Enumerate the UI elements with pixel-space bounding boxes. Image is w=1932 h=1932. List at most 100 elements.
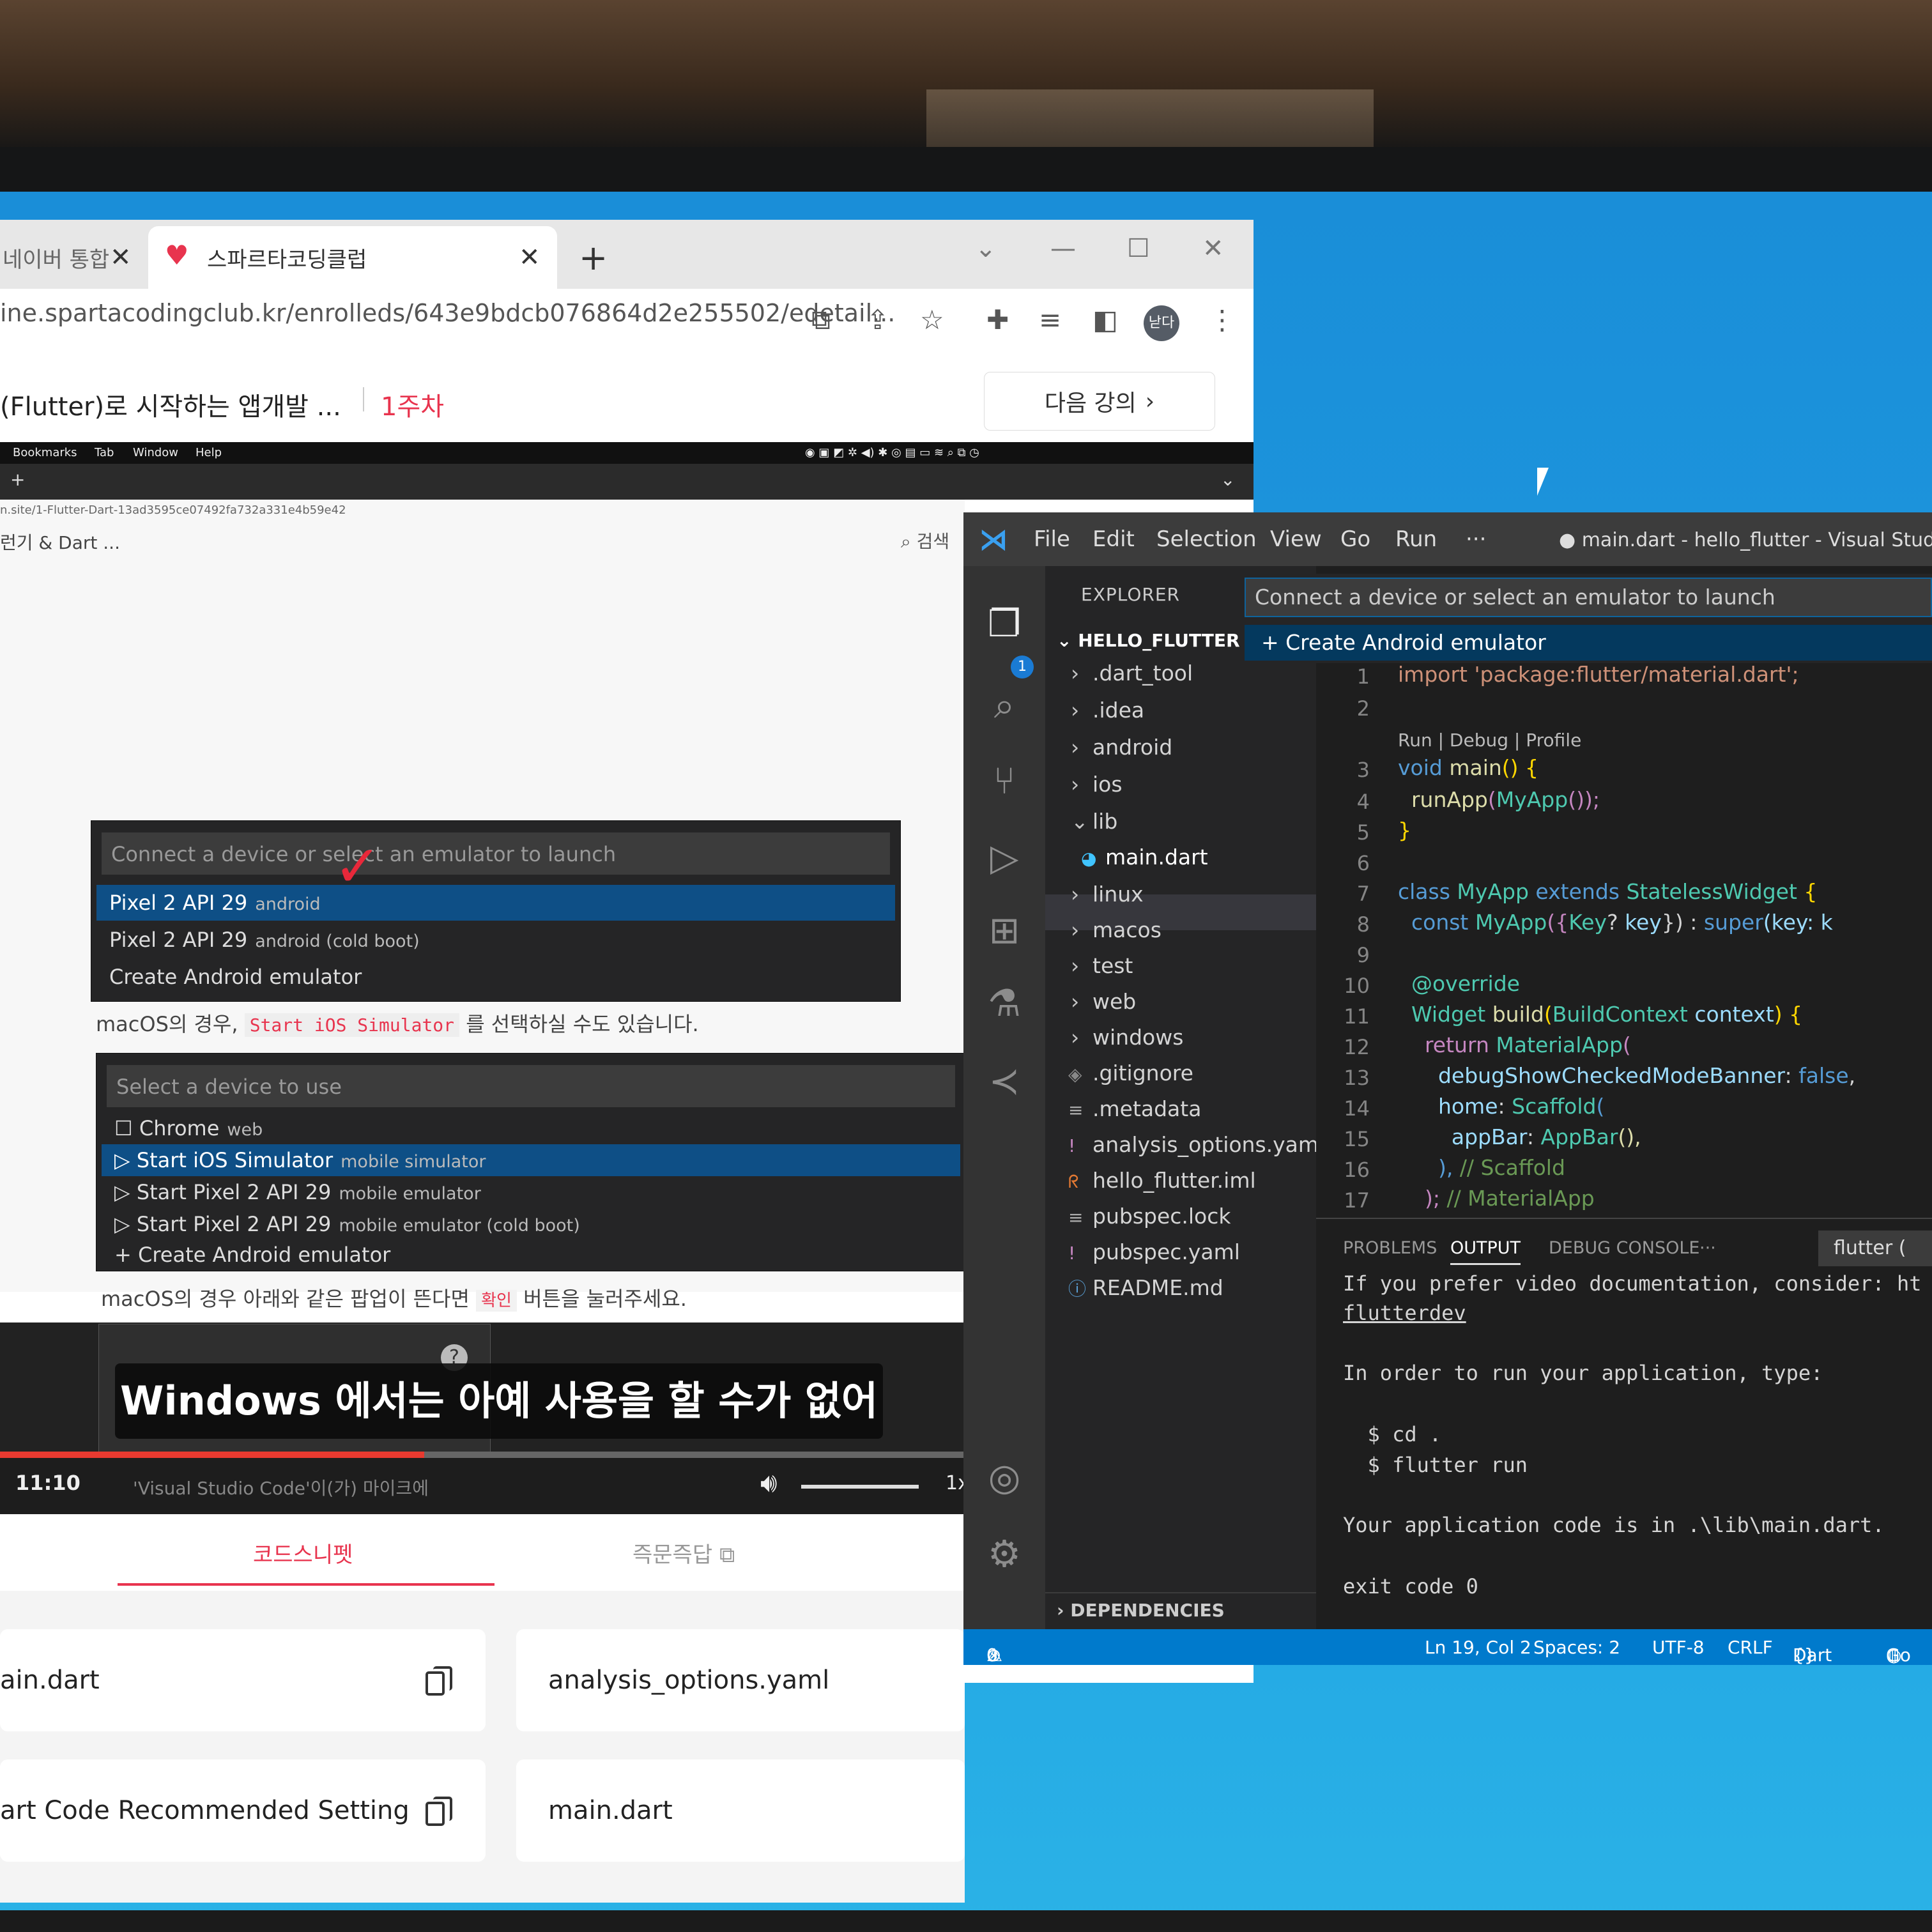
share-icon[interactable]: ⇪ <box>866 304 889 335</box>
extensions-icon[interactable]: ⊞ <box>981 907 1027 953</box>
tree-item-metadata[interactable]: ≡ .metadata <box>1068 1096 1201 1121</box>
panel-more-icon[interactable]: ··· <box>1699 1238 1716 1258</box>
tree-item-dart-tool[interactable]: › .dart_tool <box>1071 661 1193 686</box>
extensions-icon[interactable]: ✚ <box>986 304 1009 335</box>
chevron-right-icon: › <box>1057 1600 1071 1621</box>
item-name: Start iOS Simulator <box>136 1148 334 1172</box>
vscode-titlebar: ⋊ File Edit Selection View Go Run ··· ● … <box>963 512 1932 566</box>
tree-item-pubspec-lock[interactable]: ≡ pubspec.lock <box>1068 1204 1231 1229</box>
account-icon[interactable]: ◎ <box>981 1454 1027 1500</box>
menu-edit[interactable]: Edit <box>1092 526 1135 552</box>
copy-icon[interactable] <box>425 1666 452 1696</box>
output-channel-select[interactable]: flutter ( <box>1818 1230 1932 1266</box>
run-debug-icon[interactable]: ▷ <box>981 834 1027 880</box>
new-tab-button[interactable]: + <box>579 238 608 278</box>
item-name: Start Pixel 2 API 29 <box>136 1180 332 1204</box>
search-icon[interactable]: ⌕ <box>981 682 1027 728</box>
line-number: 1 <box>1356 664 1370 689</box>
menu-selection[interactable]: Selection <box>1156 526 1257 552</box>
output-line: exit code 0 <box>1343 1574 1478 1598</box>
tree-item-analysis-options[interactable]: ! analysis_options.yaml <box>1068 1132 1324 1157</box>
output-line: If you prefer video documentation, consi… <box>1343 1271 1922 1296</box>
explorer-files-icon[interactable]: ❐ <box>981 601 1027 647</box>
address-bar[interactable]: ine.spartacodingclub.kr/enrolleds/643e9b… <box>0 299 895 327</box>
menu-file[interactable]: File <box>1034 526 1070 552</box>
copy-icon[interactable] <box>425 1797 452 1826</box>
menu-more[interactable]: ··· <box>1466 526 1486 552</box>
snippet-card[interactable]: ain.dart <box>0 1629 486 1731</box>
panel-tab-debug-console[interactable]: DEBUG CONSOLE <box>1549 1238 1699 1258</box>
tab-spartacoding[interactable]: ♥ 스파르타코딩클럽 ✕ <box>148 226 557 289</box>
project-header[interactable]: ⌄ HELLO_FLUTTER <box>1057 630 1240 651</box>
panel-tab-problems[interactable]: PROBLEMS <box>1343 1238 1437 1258</box>
quickpick-item-create-emulator[interactable]: + Create Android emulator <box>1245 625 1932 661</box>
tree-item-pubspec-yaml[interactable]: ! pubspec.yaml <box>1068 1239 1240 1264</box>
item-sub: mobile emulator <box>339 1184 481 1204</box>
tree-item-readme[interactable]: ⓘ README.md <box>1068 1275 1223 1301</box>
video-controls: 11:10 'Visual Studio Code'이(가) 마이크에 🔊︎ 1… <box>0 1458 969 1514</box>
indentation[interactable]: Spaces: 2 <box>1533 1637 1620 1658</box>
tree-item-ios[interactable]: › ios <box>1071 772 1123 797</box>
source-control-icon[interactable]: ⑂ <box>981 758 1027 804</box>
tree-item-idea[interactable]: › .idea <box>1071 698 1144 723</box>
flutter-icon[interactable]: ≺ <box>981 1058 1027 1104</box>
close-icon[interactable]: ✕ <box>519 243 540 272</box>
tree-item-gitignore[interactable]: ◈ .gitignore <box>1068 1061 1193 1085</box>
code-line: const MyApp({Key? key}) : super(key: k <box>1398 910 1833 935</box>
chevron-right-icon: › <box>1071 882 1080 907</box>
close-icon[interactable]: ✕ <box>110 243 132 272</box>
token: (), <box>1618 1124 1641 1149</box>
token: build <box>1492 1002 1544 1027</box>
maximize-icon[interactable]: ☐ <box>1127 234 1150 263</box>
bookmark-star-icon[interactable]: ☆ <box>920 304 944 335</box>
tree-item-test[interactable]: › test <box>1071 953 1133 978</box>
tree-item-linux[interactable]: › linux <box>1071 882 1144 907</box>
close-window-icon[interactable]: ✕ <box>1202 234 1224 263</box>
panel-tab-output[interactable]: OUTPUT <box>1450 1238 1521 1265</box>
tree-item-macos[interactable]: › macos <box>1071 917 1162 942</box>
tree-item-lib[interactable]: ⌄ lib <box>1071 809 1117 834</box>
code-line: appBar: AppBar(), <box>1398 1124 1641 1149</box>
cursor-position[interactable]: Ln 19, Col 2 <box>1425 1637 1531 1658</box>
codelens[interactable]: Run | Debug | Profile <box>1398 730 1581 751</box>
tree-item-main-dart[interactable]: ◕ main.dart <box>1081 845 1208 870</box>
tab-code-snippets[interactable]: 코드스니펫 <box>253 1537 353 1568</box>
volume-icon[interactable]: 🔊︎ <box>760 1467 777 1499</box>
chevron-down-icon: ⌄ <box>1220 469 1236 490</box>
text-file-icon: ≡ <box>1068 1100 1084 1121</box>
minimize-icon[interactable]: — <box>1050 234 1076 263</box>
code-editor[interactable]: 1 import 'package:flutter/material.dart'… <box>1316 566 1932 1218</box>
menu-kebab-icon[interactable]: ⋮ <box>1209 304 1236 335</box>
tree-item-hello-flutter-iml[interactable]: ᖇ hello_flutter.iml <box>1068 1168 1256 1193</box>
profile-avatar[interactable]: 낟다 <box>1144 305 1179 341</box>
testing-flask-icon[interactable]: ⚗ <box>981 980 1027 1026</box>
encoding[interactable]: UTF-8 <box>1652 1637 1705 1658</box>
reading-list-icon[interactable]: ≡ <box>1039 304 1061 335</box>
side-panel-icon[interactable]: ◧ <box>1092 304 1118 335</box>
monitor-bottom <box>0 1910 1932 1932</box>
menu-go[interactable]: Go <box>1340 526 1370 552</box>
tree-item-android[interactable]: › android <box>1071 735 1172 760</box>
cast-icon[interactable]: ⧉ <box>811 304 831 336</box>
inner-heading: 런기 & Dart ... <box>0 532 120 553</box>
output-link[interactable]: flutterdev <box>1343 1301 1466 1325</box>
tree-label: .idea <box>1092 698 1145 723</box>
gear-icon[interactable]: ⚙ <box>981 1531 1027 1577</box>
tab-naver[interactable]: 네이버 통합 ✕ <box>0 226 141 289</box>
tab-search-icon[interactable]: ⌄ <box>975 234 997 263</box>
quickpick-input[interactable]: Connect a device or select an emulator t… <box>1245 578 1932 617</box>
tree-item-windows[interactable]: › windows <box>1071 1025 1183 1050</box>
tree-label: web <box>1092 989 1137 1014</box>
tab-qna[interactable]: 즉문즉답 ⧉ <box>632 1537 735 1568</box>
menu-view[interactable]: View <box>1270 526 1322 552</box>
dependencies-section[interactable]: › DEPENDENCIES <box>1057 1600 1225 1621</box>
snippet-card[interactable]: art Code Recommended Setting <box>0 1759 486 1862</box>
snippet-card[interactable]: main.dart <box>516 1759 965 1862</box>
next-lecture-button[interactable]: 다음 강의 › <box>984 372 1215 431</box>
menu-run[interactable]: Run <box>1395 526 1437 552</box>
line-ending[interactable]: CRLF <box>1728 1637 1773 1658</box>
snippet-card[interactable]: analysis_options.yaml <box>516 1629 965 1731</box>
volume-slider[interactable] <box>801 1485 919 1489</box>
tree-item-web[interactable]: › web <box>1071 989 1136 1014</box>
